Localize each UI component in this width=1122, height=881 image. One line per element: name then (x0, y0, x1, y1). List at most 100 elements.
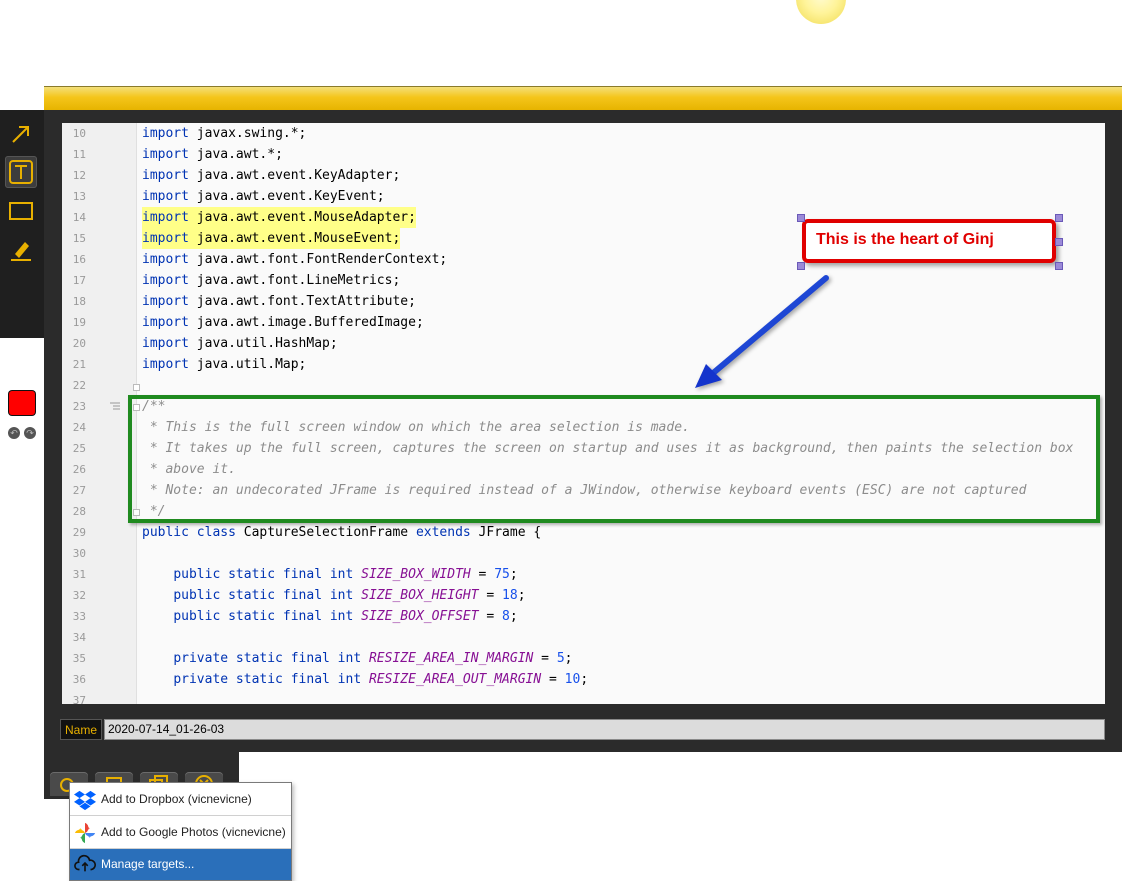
code-line: 18 import java.awt.font.TextAttribute; (62, 291, 1105, 312)
code-token: private static final int (173, 651, 362, 666)
code-token: java.awt.font.FontRenderContext; (196, 252, 448, 267)
line-number: 30 (72, 547, 86, 560)
line-number: 12 (72, 169, 86, 182)
fold-marker (133, 384, 140, 391)
code-text: import java.awt.event.MouseAdapter; (142, 207, 416, 228)
code-token: import (142, 294, 189, 309)
redo-icon[interactable]: ↷ (24, 427, 36, 439)
code-line: 21 import java.util.Map; (62, 354, 1105, 375)
code-text: import java.awt.event.KeyEvent; (142, 186, 385, 207)
code-token: import (142, 168, 189, 183)
code-token: import (142, 231, 189, 246)
line-number: 37 (72, 694, 86, 704)
resize-handle[interactable] (1055, 238, 1063, 246)
menu-item-label: Add to Google Photos (vicnevicne) (101, 825, 286, 839)
code-line: 19 import java.awt.image.BufferedImage; (62, 312, 1105, 333)
code-text: public static final int SIZE_BOX_WIDTH =… (142, 564, 517, 585)
line-number: 25 (72, 442, 86, 455)
code-token: import (142, 126, 189, 141)
code-token: SIZE_BOX_HEIGHT (361, 588, 479, 603)
highlighter-tool-button[interactable] (5, 234, 37, 266)
line-number: 21 (72, 358, 86, 371)
code-token: SIZE_BOX_OFFSET (361, 609, 479, 624)
window-title-bar[interactable] (44, 86, 1122, 110)
code-text: public static final int SIZE_BOX_OFFSET … (142, 606, 517, 627)
code-token: import (142, 315, 189, 330)
code-token: extends (415, 525, 471, 540)
line-number: 24 (72, 421, 86, 434)
arrow-tool-button[interactable] (5, 118, 37, 150)
line-number: 16 (72, 253, 86, 266)
line-number: 23 (72, 400, 86, 413)
code-token: = (470, 567, 495, 582)
line-number: 15 (72, 232, 86, 245)
text-callout-annotation[interactable]: This is the heart of Ginj (802, 219, 1056, 263)
menu-item-dropbox[interactable]: Add to Dropbox (vicnevicne) (70, 783, 291, 816)
menu-item-google-photos[interactable]: Add to Google Photos (vicnevicne) (70, 816, 291, 849)
arrow-icon (12, 126, 29, 143)
line-number: 13 (72, 190, 86, 203)
code-token: public class (142, 525, 236, 540)
name-input[interactable]: 2020-07-14_01-26-03 (104, 719, 1105, 740)
code-line: 33 public static final int SIZE_BOX_OFFS… (62, 606, 1105, 627)
code-text: import java.awt.event.KeyAdapter; (142, 165, 400, 186)
code-token: SIZE_BOX_WIDTH (361, 567, 471, 582)
line-number: 33 (72, 610, 86, 623)
code-token: CaptureSelectionFrame (235, 525, 416, 540)
line-number: 19 (72, 316, 86, 329)
code-line: 34 (62, 627, 1105, 648)
line-number: 29 (72, 526, 86, 539)
menu-item-manage-targets[interactable]: Manage targets... (70, 849, 291, 880)
dropbox-icon (74, 790, 96, 811)
code-token: java.awt.event.KeyAdapter; (196, 168, 401, 183)
line-number: 14 (72, 211, 86, 224)
code-line: 10 import javax.swing.*; (62, 123, 1105, 144)
line-number: 35 (72, 652, 86, 665)
code-token: import (142, 273, 189, 288)
code-token: 5 (556, 651, 565, 666)
line-number: 31 (72, 568, 86, 581)
highlighter-icon (11, 242, 31, 261)
code-text: import java.util.Map; (142, 354, 306, 375)
resize-handle[interactable] (797, 262, 805, 270)
undo-icon[interactable]: ↶ (8, 427, 20, 439)
code-token: = (478, 588, 503, 603)
code-token: JFrame { (470, 525, 542, 540)
code-token: import (142, 210, 189, 225)
resize-handle[interactable] (797, 214, 805, 222)
resize-handle[interactable] (1055, 262, 1063, 270)
code-line: 36 private static final int RESIZE_AREA_… (62, 669, 1105, 690)
code-token: ; (564, 651, 573, 666)
code-token: java.awt.image.BufferedImage; (196, 315, 424, 330)
code-text: import java.awt.font.TextAttribute; (142, 291, 416, 312)
rectangle-annotation[interactable] (128, 395, 1100, 523)
code-token: public static final int (173, 609, 354, 624)
code-text: import java.awt.image.BufferedImage; (142, 312, 424, 333)
code-token: import (142, 189, 189, 204)
code-text: import java.awt.font.LineMetrics; (142, 270, 400, 291)
code-token: RESIZE_AREA_OUT_MARGIN (368, 672, 542, 687)
code-token: = (541, 672, 565, 687)
code-token: import (142, 336, 189, 351)
rectangle-tool-button[interactable] (5, 195, 37, 227)
code-line: 31 public static final int SIZE_BOX_WIDT… (62, 564, 1105, 585)
code-token: 8 (502, 609, 510, 624)
code-token: java.awt.event.MouseAdapter; (196, 210, 416, 225)
color-picker-swatch[interactable] (9, 391, 35, 415)
code-text: public static final int SIZE_BOX_HEIGHT … (142, 585, 525, 606)
code-token: ; (580, 672, 589, 687)
code-token: java.awt.*; (196, 147, 283, 162)
code-token: public static final int (173, 588, 354, 603)
text-tool-button[interactable] (5, 156, 37, 188)
cloud-upload-icon (74, 854, 96, 872)
line-number: 10 (72, 127, 86, 140)
code-token: import (142, 252, 189, 267)
resize-handle[interactable] (1055, 214, 1063, 222)
code-line: 35 private static final int RESIZE_AREA_… (62, 648, 1105, 669)
code-line: 32 public static final int SIZE_BOX_HEIG… (62, 585, 1105, 606)
